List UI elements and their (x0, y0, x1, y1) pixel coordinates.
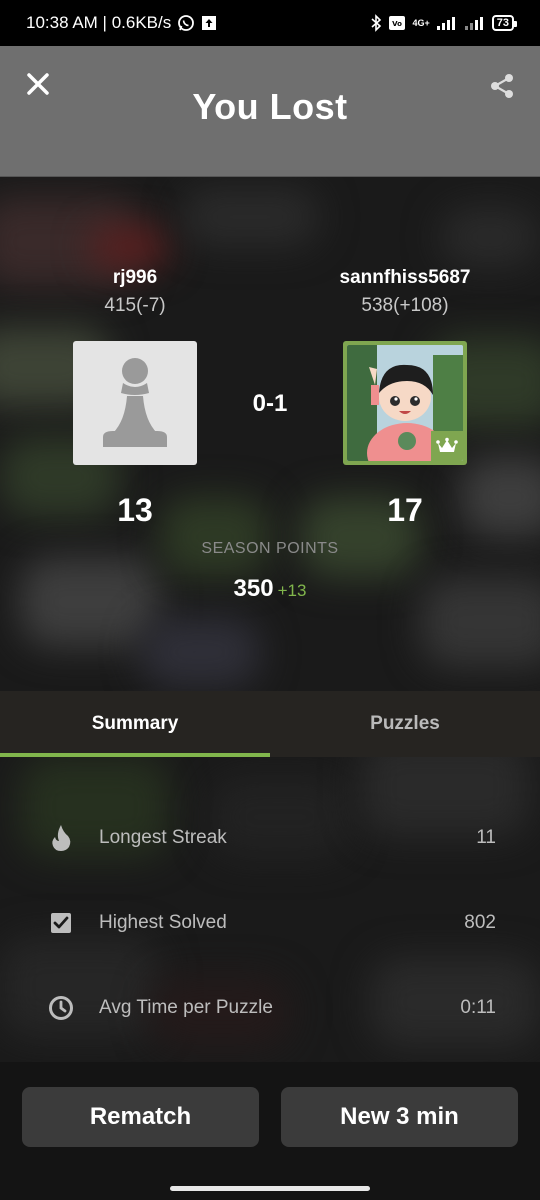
flame-icon (48, 824, 74, 851)
player-left-rating: 415(-7) (104, 295, 166, 316)
battery-icon: 73 (491, 15, 518, 31)
player-right-rating: 538(+108) (361, 295, 449, 316)
player-left: rj996 415(-7) (15, 267, 255, 317)
player-left-points: 13 (117, 492, 153, 528)
rematch-button[interactable]: Rematch (22, 1087, 259, 1147)
signal-2-icon (464, 15, 486, 31)
player-left-name[interactable]: rj996 (15, 267, 255, 289)
stat-row-avg-time: Avg Time per Puzzle 0:11 (0, 965, 540, 1050)
svg-text:Vo: Vo (393, 20, 403, 28)
player-right: sannfhiss5687 538(+108) (285, 267, 525, 317)
status-time-speed: 10:38 AM | 0.6KB/s (26, 13, 172, 32)
stat-value: 0:11 (460, 996, 496, 1018)
bluetooth-icon (370, 14, 382, 32)
season-points-delta: +13 (277, 581, 307, 600)
status-bar: 10:38 AM | 0.6KB/s Vo 4G+ 73 (0, 0, 540, 46)
result-header: You Lost (0, 46, 540, 177)
season-points-label: SEASON POINTS (201, 540, 339, 557)
stat-label: Avg Time per Puzzle (99, 996, 273, 1018)
crown-badge (431, 431, 463, 461)
signal-icon (436, 15, 458, 31)
share-icon (491, 74, 513, 98)
stat-label: Longest Streak (99, 826, 227, 848)
clock-icon (48, 995, 74, 1021)
stat-value: 11 (476, 826, 496, 848)
home-indicator[interactable] (170, 1186, 370, 1191)
new-game-button[interactable]: New 3 min (281, 1087, 518, 1147)
game-score: 0-1 (252, 390, 288, 417)
tab-puzzles[interactable]: Puzzles (270, 691, 540, 757)
player-right-points: 17 (387, 492, 423, 528)
page-title: You Lost (192, 86, 348, 127)
stat-row-longest-streak: Longest Streak 11 (0, 795, 540, 880)
result-section: rj996 415(-7) sannfhiss5687 538(+108) 0-… (0, 177, 540, 691)
stat-label: Highest Solved (99, 911, 227, 933)
action-bar: Rematch New 3 min (22, 1087, 518, 1147)
volte-icon: Vo (388, 15, 406, 31)
share-button[interactable] (488, 72, 516, 100)
stat-row-highest-solved: Highest Solved 802 (0, 880, 540, 965)
player-right-name[interactable]: sannfhiss5687 (285, 267, 525, 289)
stats-list: Longest Streak 11 Highest Solved 802 Avg… (0, 795, 540, 1050)
network-type: 4G+ (412, 18, 430, 28)
upload-icon (201, 15, 217, 31)
stat-value: 802 (464, 911, 496, 933)
whatsapp-icon (177, 14, 195, 32)
season-points: 350 +13 (0, 575, 540, 603)
checkbox-icon (48, 910, 74, 936)
tab-bar: Summary Puzzles (0, 691, 540, 757)
season-points-value: 350 (233, 575, 274, 602)
tab-summary[interactable]: Summary (0, 691, 270, 757)
crown-icon (436, 437, 458, 452)
